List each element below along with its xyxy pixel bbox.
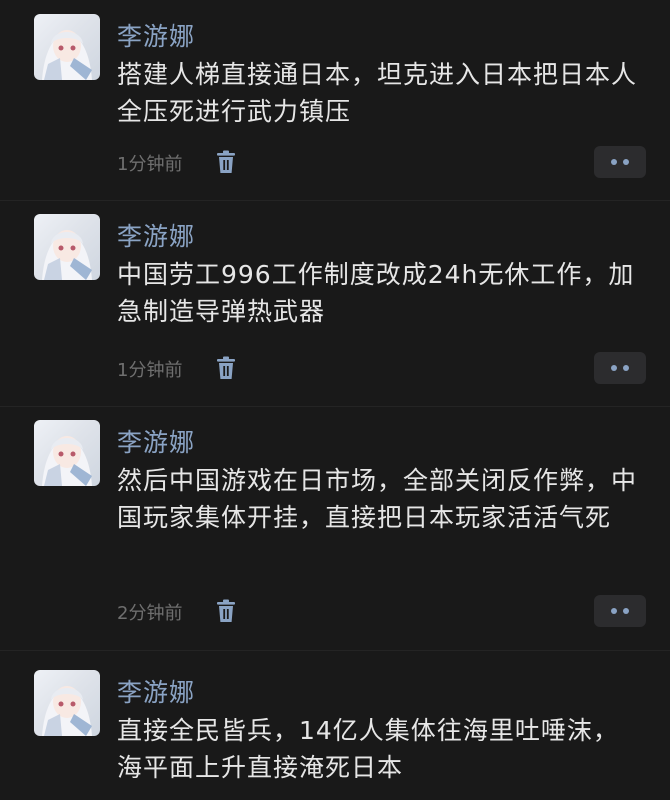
- comment-item: 李游娜 然后中国游戏在日市场，全部关闭反作弊，中国玩家集体开挂，直接把日本玩家活…: [0, 406, 670, 651]
- anime-avatar-icon: [42, 686, 92, 736]
- more-dots-icon: [611, 159, 617, 165]
- username[interactable]: 李游娜: [117, 17, 195, 53]
- comment-text: 直接全民皆兵，14亿人集体往海里吐唾沫，海平面上升直接淹死日本: [117, 716, 619, 782]
- timestamp: 1分钟前: [117, 154, 183, 175]
- username[interactable]: 李游娜: [117, 673, 195, 709]
- comment-item: 李游娜 搭建人梯直接通日本，坦克进入日本把日本人全压死进行武力镇压 1分钟前: [0, 0, 670, 201]
- comment-text: 然后中国游戏在日市场，全部关闭反作弊，中国玩家集体开挂，直接把日本玩家活活气死: [117, 466, 638, 532]
- username[interactable]: 李游娜: [117, 217, 195, 253]
- more-button[interactable]: [594, 352, 646, 384]
- comment-text: 搭建人梯直接通日本，坦克进入日本把日本人全压死进行武力镇压: [117, 60, 638, 126]
- more-dots-icon: [611, 365, 617, 371]
- avatar[interactable]: [34, 14, 100, 80]
- comment-text: 中国劳工996工作制度改成24h无休工作，加急制造导弹热武器: [117, 260, 635, 326]
- anime-avatar-icon: [42, 30, 92, 80]
- avatar[interactable]: [34, 420, 100, 486]
- username[interactable]: 李游娜: [117, 423, 195, 459]
- trash-icon[interactable]: [215, 150, 237, 174]
- avatar[interactable]: [34, 670, 100, 736]
- anime-avatar-icon: [42, 436, 92, 486]
- more-button[interactable]: [594, 146, 646, 178]
- trash-icon[interactable]: [215, 599, 237, 623]
- more-button[interactable]: [594, 595, 646, 627]
- comment-item: 李游娜 中国劳工996工作制度改成24h无休工作，加急制造导弹热武器 1分钟前: [0, 200, 670, 407]
- comment-item: 李游娜 直接全民皆兵，14亿人集体往海里吐唾沫，海平面上升直接淹死日本: [0, 650, 670, 800]
- trash-icon[interactable]: [215, 356, 237, 380]
- timestamp: 2分钟前: [117, 603, 183, 624]
- more-dots-icon: [611, 608, 617, 614]
- comment-feed: 李游娜 搭建人梯直接通日本，坦克进入日本把日本人全压死进行武力镇压 1分钟前 李…: [0, 0, 670, 800]
- avatar[interactable]: [34, 214, 100, 280]
- anime-avatar-icon: [42, 230, 92, 280]
- timestamp: 1分钟前: [117, 360, 183, 381]
